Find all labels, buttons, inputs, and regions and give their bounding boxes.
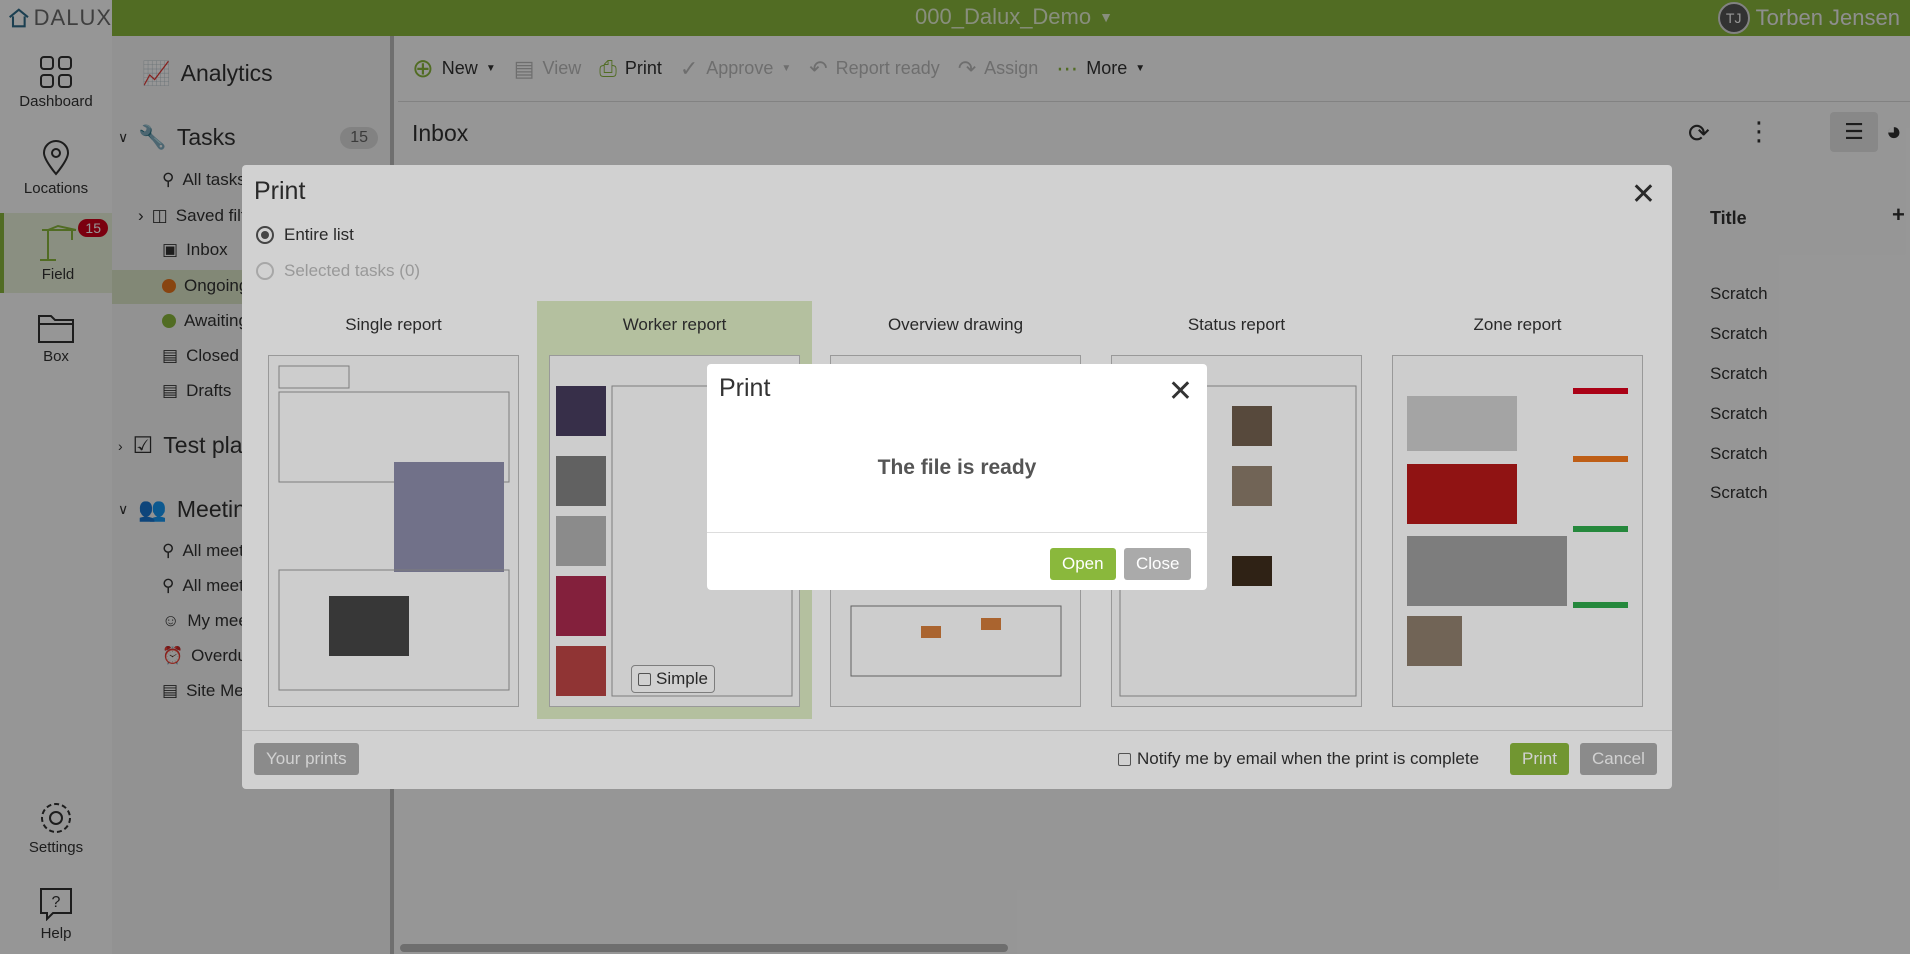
- modal-title: Print: [719, 374, 771, 402]
- modal-message: The file is ready: [877, 456, 1037, 479]
- open-button[interactable]: Open: [1050, 548, 1116, 580]
- close-icon[interactable]: ✕: [1168, 374, 1193, 409]
- divider: [707, 532, 1207, 533]
- close-button[interactable]: Close: [1124, 548, 1192, 580]
- file-ready-modal: Print ✕ The file is ready Open Close: [707, 364, 1207, 590]
